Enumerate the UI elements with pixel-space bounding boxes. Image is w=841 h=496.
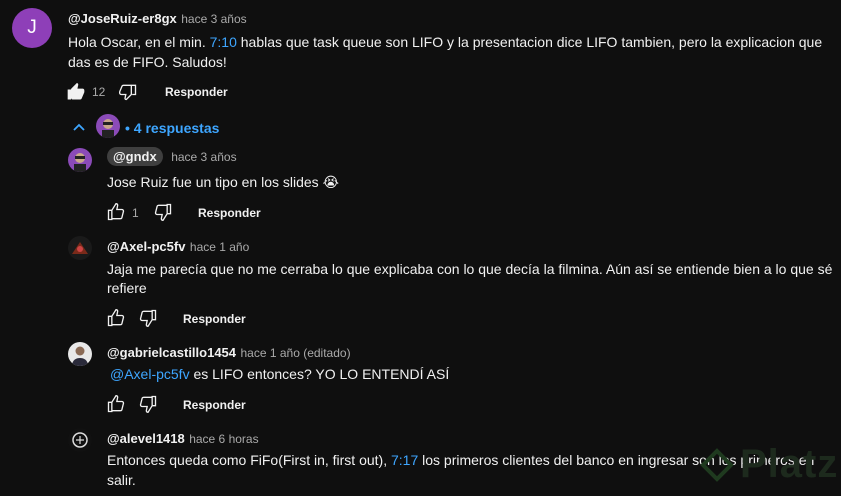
like-icon[interactable] [106, 202, 126, 222]
reply-time[interactable]: hace 3 años [171, 150, 236, 164]
replies-avatar [96, 114, 120, 138]
comment-author[interactable]: @JoseRuiz-er8gx [68, 11, 177, 26]
reply-time[interactable]: hace 1 año [190, 240, 249, 254]
dislike-icon[interactable] [118, 82, 138, 102]
reply-header: @gndx hace 3 años [107, 147, 237, 166]
replies-toggle-button[interactable]: • 4 respuestas [125, 120, 219, 136]
like-count: 12 [92, 85, 106, 99]
comment-text-line2: das es de FIFO. Saludos! [68, 54, 227, 70]
reply-text: Jose Ruiz fue un tipo en los slides 😭 [107, 174, 339, 190]
avatar[interactable] [68, 236, 92, 260]
like-icon[interactable] [106, 308, 126, 328]
avatar[interactable] [68, 342, 92, 366]
reply-time[interactable]: hace 1 año (editado) [240, 346, 350, 360]
like-icon[interactable] [106, 394, 126, 414]
avatar[interactable] [68, 148, 92, 172]
reply-button[interactable]: Responder [183, 312, 246, 326]
reply-button[interactable]: Responder [183, 398, 246, 412]
comment-time[interactable]: hace 3 años [181, 12, 246, 26]
avatar[interactable] [68, 428, 92, 452]
reply-text: @Axel-pc5fv es LIFO entonces? YO LO ENTE… [110, 366, 450, 382]
comment-header: @JoseRuiz-er8gx hace 3 años [68, 10, 247, 28]
reply-text: Jaja me parecía que no me cerraba lo que… [107, 261, 833, 277]
timestamp-link[interactable]: 7:10 [210, 34, 237, 50]
reply-header: @alevel1418 hace 6 horas [107, 430, 259, 448]
comment-text: Hola Oscar, en el min. 7:10 hablas que t… [68, 34, 823, 50]
reply-button[interactable]: Responder [198, 206, 261, 220]
dislike-icon[interactable] [153, 202, 173, 222]
reply-author[interactable]: @gabrielcastillo1454 [107, 345, 236, 360]
reply-header: @gabrielcastillo1454 hace 1 año (editado… [107, 344, 351, 362]
like-count: 1 [132, 206, 139, 220]
timestamp-link[interactable]: 7:17 [391, 452, 418, 468]
like-icon[interactable] [66, 82, 86, 102]
reply-text-line2: refiere [107, 280, 147, 296]
platzi-watermark: Platzi [700, 442, 841, 487]
platzi-logo-icon [700, 447, 734, 482]
reply-text-line2: salir. [107, 472, 136, 488]
avatar-letter: J [27, 17, 37, 38]
reply-header: @Axel-pc5fv hace 1 año [107, 238, 249, 256]
reply-time[interactable]: hace 6 horas [189, 432, 258, 446]
chevron-up-icon[interactable] [72, 120, 86, 134]
reply-author[interactable]: @alevel1418 [107, 431, 185, 446]
reply-author[interactable]: @Axel-pc5fv [107, 239, 185, 254]
reply-author[interactable]: @gndx [107, 147, 163, 166]
reply-button[interactable]: Responder [165, 85, 228, 99]
mention-link[interactable]: @Axel-pc5fv [110, 366, 190, 382]
avatar[interactable]: J [12, 8, 52, 48]
dislike-icon[interactable] [138, 394, 158, 414]
dislike-icon[interactable] [138, 308, 158, 328]
